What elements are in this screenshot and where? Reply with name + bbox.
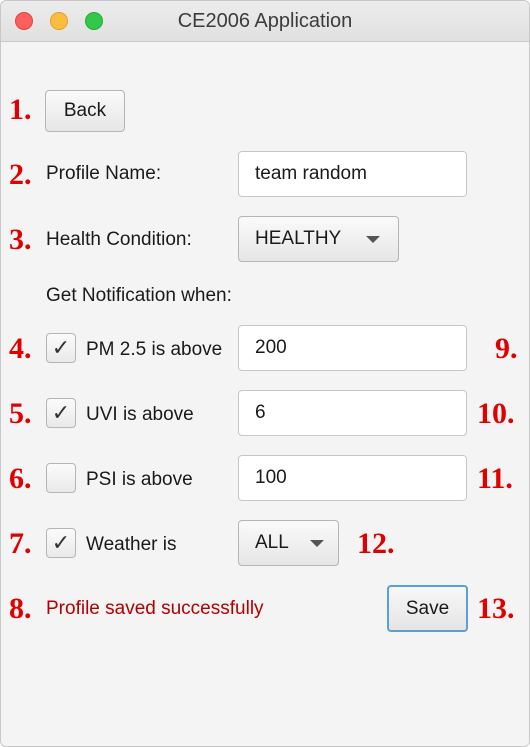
annotation-number: 9. (495, 332, 518, 365)
annotation-number: 6. (9, 462, 32, 495)
pm25-threshold-input[interactable]: 200 (238, 325, 467, 371)
health-condition-label: Health Condition: (46, 229, 192, 250)
annotation-number: 5. (9, 397, 32, 430)
save-button[interactable]: Save (387, 585, 468, 632)
chevron-down-icon (366, 236, 380, 243)
weather-value: ALL (255, 532, 289, 553)
app-window: CE2006 Application 1. Back 2. Profile Na… (0, 0, 530, 747)
content-area: 1. Back 2. Profile Name: team random 3. … (1, 42, 529, 746)
pm25-checkbox[interactable]: ✓ (46, 333, 76, 363)
weather-checkbox[interactable]: ✓ (46, 528, 76, 558)
annotation-number: 13. (477, 592, 515, 625)
weather-label: Weather is (86, 534, 177, 555)
checkmark-icon: ✓ (51, 400, 71, 425)
checkmark-icon: ✓ (51, 335, 71, 360)
profile-name-label: Profile Name: (46, 163, 162, 184)
annotation-number: 3. (9, 223, 32, 256)
health-condition-value: HEALTHY (255, 228, 342, 249)
chevron-down-icon (310, 540, 324, 547)
status-message: Profile saved successfully (46, 598, 264, 619)
annotation-number: 1. (9, 93, 32, 126)
profile-name-input[interactable]: team random (238, 151, 467, 197)
psi-threshold-input[interactable]: 100 (238, 455, 467, 501)
window-title: CE2006 Application (177, 10, 353, 32)
notification-heading: Get Notification when: (46, 285, 232, 306)
annotation-number: 12. (357, 527, 395, 560)
annotation-number: 11. (477, 462, 513, 495)
back-button[interactable]: Back (45, 90, 125, 132)
annotation-number: 8. (9, 592, 32, 625)
weather-dropdown[interactable]: ALL (238, 520, 339, 566)
checkmark-icon: ✓ (51, 530, 71, 555)
annotation-number: 7. (9, 527, 32, 560)
annotation-number: 4. (9, 332, 32, 365)
annotation-number: 2. (9, 158, 32, 191)
uvi-checkbox[interactable]: ✓ (46, 398, 76, 428)
title-bar: CE2006 Application (1, 1, 529, 42)
uvi-label: UVI is above (86, 404, 194, 425)
annotation-number: 10. (477, 397, 515, 430)
pm25-label: PM 2.5 is above (86, 339, 223, 360)
psi-checkbox[interactable] (46, 463, 76, 493)
health-condition-dropdown[interactable]: HEALTHY (238, 216, 399, 262)
psi-label: PSI is above (86, 469, 193, 490)
uvi-threshold-input[interactable]: 6 (238, 390, 467, 436)
